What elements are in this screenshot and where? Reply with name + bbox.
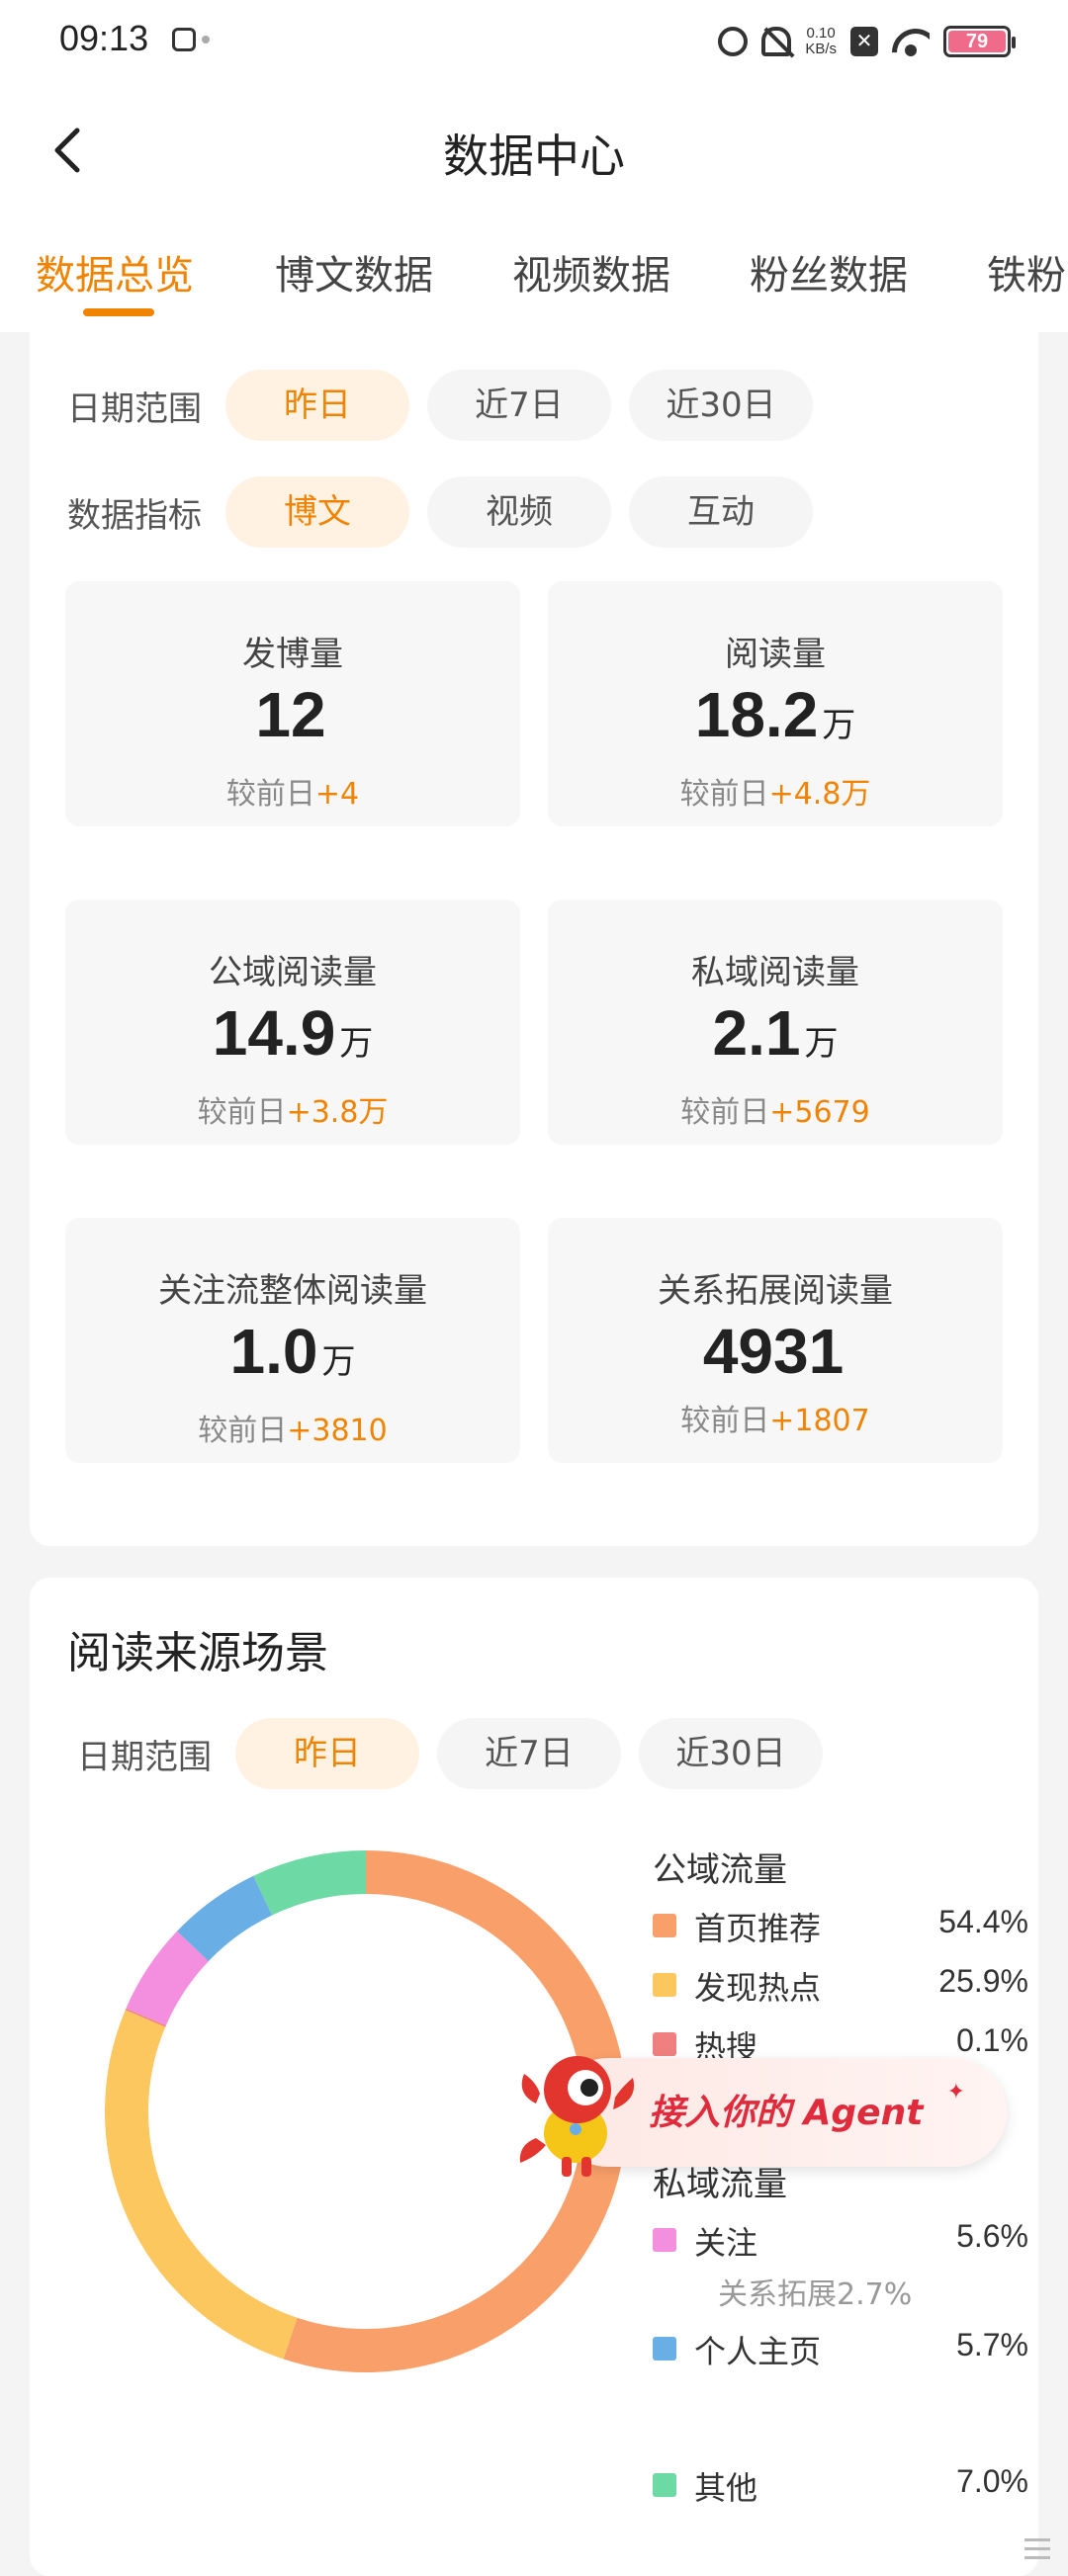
metric-value: 4931 [702,1316,845,1387]
tab-iron-fans[interactable]: 铁粉 [987,243,1066,301]
legend-name: 发现热点 [694,1969,822,2007]
legend-swatch [653,2228,676,2252]
legend-pct: 7.0% [956,2463,1028,2499]
donut-slice-3 [125,2008,166,2027]
metric-chip-videos[interactable]: 视频 [427,476,611,548]
donut-slice-4 [126,1931,210,2026]
legend-pct: 5.6% [956,2218,1028,2254]
donut-slice-5 [177,1875,273,1962]
overview-card: 日期范围 昨日 近7日 近30日 数据指标 博文 视频 互动 发博量 12 较前… [30,332,1038,1546]
metric-card-reads[interactable]: 阅读量 18.2 万 较前日+4.8万 [548,581,1003,826]
metric-label: 私域阅读量 [691,953,859,992]
date-range-label: 日期范围 [77,1738,212,1777]
network-speed: 0.10 KB/s [805,26,837,57]
legend-name: 关注 [694,2224,758,2262]
battery-level: 79 [948,31,1006,52]
metric-type-label: 数据指标 [67,496,202,536]
status-bar: 09:13 0.10 KB/s ✕ 79 [0,0,1068,83]
metric-compare: 较前日+3810 [198,1414,388,1448]
metric-label: 公域阅读量 [209,953,377,992]
legend-name: 其他 [694,2469,758,2507]
page-title: 数据中心 [443,129,625,183]
alarm-icon [718,27,749,56]
tab-videos[interactable]: 视频数据 [512,243,670,301]
mascot-crab-icon[interactable] [506,2034,655,2183]
legend-swatch [653,1973,676,1997]
legend-pct: 0.1% [956,2022,1028,2058]
metric-value: 1.0 万 [229,1316,356,1387]
date-chip-yesterday[interactable]: 昨日 [225,370,409,441]
active-tab-indicator [83,308,154,316]
status-icons: 0.10 KB/s ✕ 79 [718,22,1016,61]
notification-dot-icon [202,36,210,43]
legend-item-discover: 发现热点 25.9% [653,1963,1028,2007]
metric-compare: 较前日+1807 [680,1404,870,1438]
metric-label: 发博量 [242,635,343,674]
donut-slice-2 [105,2010,298,2360]
legend-item-other: 其他 7.0% [653,2463,1028,2507]
legend-name: 首页推荐 [694,1910,822,1947]
tab-fans[interactable]: 粉丝数据 [750,243,908,301]
legend-swatch [653,1914,676,1937]
network-speed-value: 0.10 [806,25,836,42]
legend-pct: 5.7% [956,2327,1028,2362]
metric-label: 阅读量 [725,635,826,674]
metric-label: 关系拓展阅读量 [658,1271,893,1311]
metric-value: 12 [255,679,326,750]
mute-icon [761,27,792,56]
metric-compare: 较前日+4.8万 [679,777,871,812]
legend-subnote: 关系拓展2.7% [718,2277,913,2312]
status-time: 09:13 [59,18,149,58]
metric-value: 2.1 万 [712,997,839,1069]
date-chip-yesterday[interactable]: 昨日 [235,1718,419,1789]
section-title: 阅读来源场景 [67,1628,328,1678]
legend-pct: 25.9% [938,1963,1028,1999]
date-chip-7days[interactable]: 近7日 [427,370,611,441]
metric-card-follow-feed-reads[interactable]: 关注流整体阅读量 1.0 万 较前日+3810 [65,1218,520,1463]
metric-card-public-reads[interactable]: 公域阅读量 14.9 万 较前日+3.8万 [65,900,520,1145]
legend-item-homepage: 首页推荐 54.4% [653,1904,1028,1947]
tab-bar: 数据总览 博文数据 视频数据 粉丝数据 铁粉 [0,214,1068,332]
agent-banner-text: 接入你的 Agent [649,2093,924,2133]
metric-card-private-reads[interactable]: 私域阅读量 2.1 万 较前日+5679 [548,900,1003,1145]
metric-card-posts-count[interactable]: 发博量 12 较前日+4 [65,581,520,826]
legend-name: 个人主页 [694,2333,822,2370]
legend-swatch [653,2337,676,2361]
date-range-label: 日期范围 [67,389,202,429]
metric-compare: 较前日+5679 [680,1095,870,1130]
date-chip-30days[interactable]: 近30日 [639,1718,823,1789]
battery-icon: 79 [943,26,1016,57]
tab-overview[interactable]: 数据总览 [36,243,194,301]
legend-pct: 54.4% [938,1904,1028,1939]
scroll-indicator-icon [1024,2538,1050,2559]
donut-slice-6 [253,1850,367,1916]
app-header: 数据中心 [0,83,1068,214]
legend-item-follow: 关注 5.6% [653,2218,1028,2262]
metric-chip-posts[interactable]: 博文 [225,476,409,548]
metric-value: 18.2 万 [694,679,856,750]
sparkle-icon: ✦ [946,2080,965,2104]
legend-group-public: 公域流量 [653,1850,787,1890]
legend-item-profile: 个人主页 5.7% [653,2327,1028,2370]
metric-label: 关注流整体阅读量 [158,1271,427,1311]
legend-swatch [653,2473,676,2497]
date-chip-7days[interactable]: 近7日 [437,1718,621,1789]
metric-chip-interactions[interactable]: 互动 [629,476,813,548]
metric-value: 14.9 万 [212,997,374,1069]
legend-swatch [653,2032,676,2056]
network-speed-unit: KB/s [805,41,837,57]
tab-posts[interactable]: 博文数据 [275,243,433,301]
wifi-icon [892,27,930,56]
date-chip-30days[interactable]: 近30日 [629,370,813,441]
metric-compare: 较前日+3.8万 [197,1095,389,1130]
metric-compare: 较前日+4 [225,777,360,812]
metric-card-relation-reads[interactable]: 关系拓展阅读量 4931 较前日+1807 [548,1218,1003,1463]
app-notification-icon [172,28,196,51]
close-box-icon: ✕ [850,27,878,56]
